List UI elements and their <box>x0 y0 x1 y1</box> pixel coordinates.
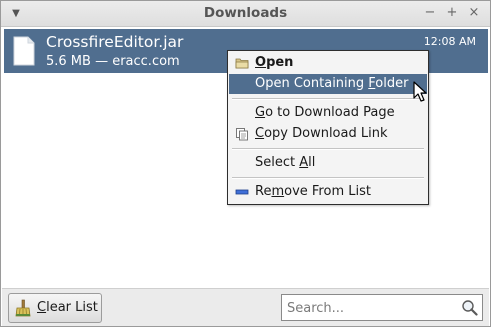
menu-label-mnemonic: A <box>299 155 309 170</box>
context-menu: Open Open Containing Folder Go to Downlo… <box>227 50 429 205</box>
menu-item-open[interactable]: Open <box>229 53 427 73</box>
download-time: 12:08 AM <box>423 35 476 48</box>
search-input[interactable] <box>287 299 457 317</box>
menu-separator <box>232 148 424 150</box>
maximize-icon[interactable]: + <box>445 5 459 21</box>
folder-icon <box>235 58 249 69</box>
menu-label-mnemonic: m <box>271 184 285 199</box>
menu-item-copy-download-link[interactable]: Copy Download Link <box>229 124 427 144</box>
menu-separator <box>232 177 424 179</box>
title-bar[interactable]: ▼ Downloads − + × <box>1 1 490 27</box>
mouse-pointer-icon <box>413 81 427 102</box>
close-icon[interactable]: × <box>467 5 481 21</box>
download-file-name: CrossfireEditor.jar <box>46 33 184 51</box>
copy-link-icon <box>236 128 248 141</box>
clear-list-mnemonic: C <box>37 300 47 315</box>
bottom-toolbar: Clear List <box>2 288 489 326</box>
remove-icon <box>235 189 249 195</box>
menu-label-mnemonic: G <box>255 105 266 120</box>
menu-label-pre: Select <box>255 155 300 170</box>
menu-item-select-all[interactable]: Select All <box>229 153 427 173</box>
menu-label-mnemonic: C <box>255 126 265 141</box>
menu-separator <box>232 98 424 100</box>
magnifier-icon[interactable] <box>461 299 478 316</box>
broom-icon <box>15 299 31 317</box>
downloads-window: ▼ Downloads − + × CrossfireEditor.jar 5.… <box>0 0 491 327</box>
search-box[interactable] <box>281 294 483 321</box>
menu-label-post: ll <box>308 155 316 170</box>
menu-label-pre: Re <box>255 184 272 199</box>
menu-label-mnemonic: O <box>255 55 267 70</box>
menu-item-go-to-download-page[interactable]: Go to Download Page <box>229 103 427 123</box>
window-title: Downloads <box>203 5 288 21</box>
menu-label-post: o to Download Page <box>265 105 395 120</box>
menu-label-post: older <box>375 76 409 91</box>
menu-label-post: opy Download Link <box>264 126 388 141</box>
download-size-source: 5.6 MB — eracc.com <box>46 54 180 69</box>
clear-list-label: Clear List <box>37 300 98 315</box>
clear-list-text: lear List <box>46 300 98 315</box>
minimize-icon[interactable]: − <box>423 5 437 21</box>
menu-label-post: ove From List <box>284 184 371 199</box>
menu-label-post: pen <box>266 55 294 70</box>
menu-item-open-containing-folder[interactable]: Open Containing Folder <box>229 74 427 94</box>
file-icon <box>13 36 35 66</box>
clear-list-button[interactable]: Clear List <box>8 293 102 323</box>
menu-label-pre: Open Containing <box>255 76 369 91</box>
menu-item-remove-from-list[interactable]: Remove From List <box>229 182 427 202</box>
